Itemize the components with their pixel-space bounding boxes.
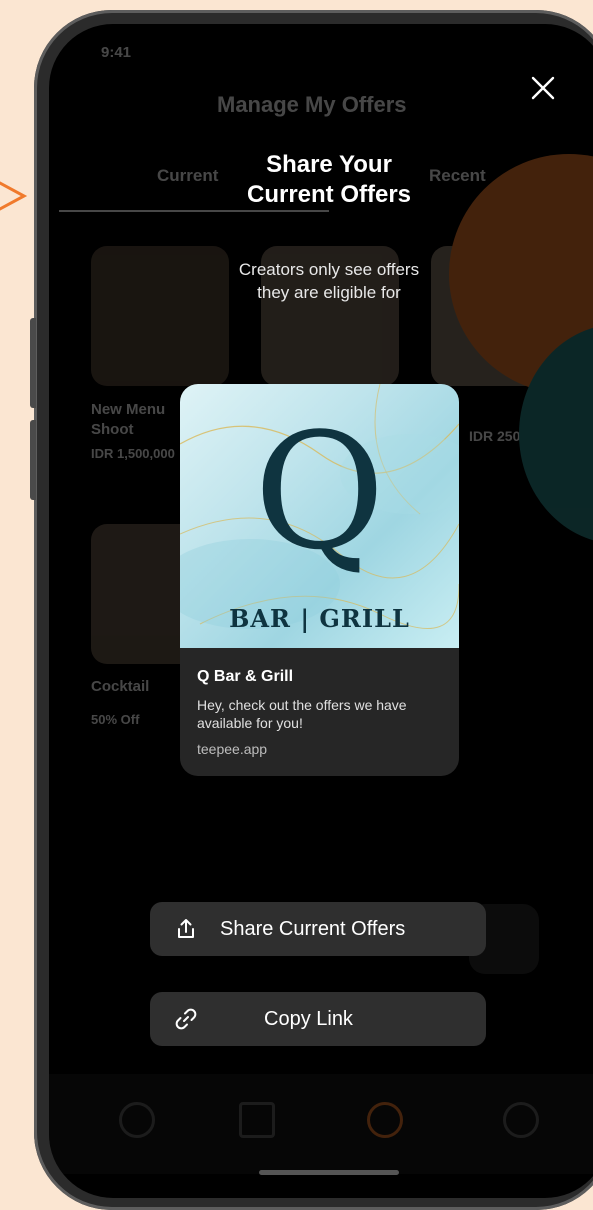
share-button-label: Share Current Offers bbox=[220, 917, 406, 940]
phone-screen: 9:41 Manage My Offers Current Recent New… bbox=[49, 24, 593, 1198]
bottom-tab-bar bbox=[49, 1074, 593, 1174]
link-icon bbox=[175, 1008, 197, 1030]
preview-url: teepee.app bbox=[197, 741, 268, 757]
app-title: Manage My Offers bbox=[217, 92, 407, 117]
logo-subtext: BAR | GRILL bbox=[229, 604, 410, 633]
share-current-offers-button[interactable]: Share Current Offers bbox=[150, 902, 486, 956]
share-subtitle-line: they are eligible for bbox=[257, 283, 401, 302]
heart-icon bbox=[367, 1102, 403, 1138]
offer-price: IDR 1,500,000 bbox=[91, 446, 175, 461]
share-title-line: Current Offers bbox=[246, 181, 412, 208]
close-icon[interactable] bbox=[529, 74, 557, 102]
tent-icon bbox=[239, 1102, 275, 1138]
home-indicator bbox=[259, 1170, 399, 1175]
offer-price: 50% Off bbox=[91, 712, 140, 727]
link-preview-card: Q BAR | GRILL Q Bar & Grill Hey, check o… bbox=[180, 384, 459, 776]
business-name: Q Bar & Grill bbox=[197, 668, 294, 685]
copy-link-label: Copy Link bbox=[264, 1007, 353, 1030]
business-logo-image: Q BAR | GRILL bbox=[180, 384, 459, 648]
globe-icon bbox=[119, 1102, 155, 1138]
share-title: Share Your Current Offers bbox=[49, 150, 593, 210]
share-title-line: Share Your bbox=[266, 151, 392, 178]
decorative-arrow-icon bbox=[0, 181, 28, 211]
tab-underline bbox=[59, 210, 329, 212]
preview-message: Hey, check out the offers we have availa… bbox=[197, 697, 407, 731]
logo-letter: Q bbox=[253, 398, 386, 585]
offer-name: Cocktail bbox=[91, 678, 150, 695]
phone-side-button bbox=[30, 420, 36, 500]
profile-icon bbox=[503, 1102, 539, 1138]
share-subtitle: Creators only see offers they are eligib… bbox=[49, 258, 593, 304]
phone-side-button bbox=[30, 318, 36, 408]
copy-link-button[interactable]: Copy Link bbox=[150, 992, 486, 1046]
status-time: 9:41 bbox=[101, 44, 132, 61]
share-subtitle-line: Creators only see offers bbox=[238, 260, 420, 279]
offer-name: New Menu Shoot bbox=[91, 401, 166, 438]
share-icon bbox=[178, 919, 194, 938]
